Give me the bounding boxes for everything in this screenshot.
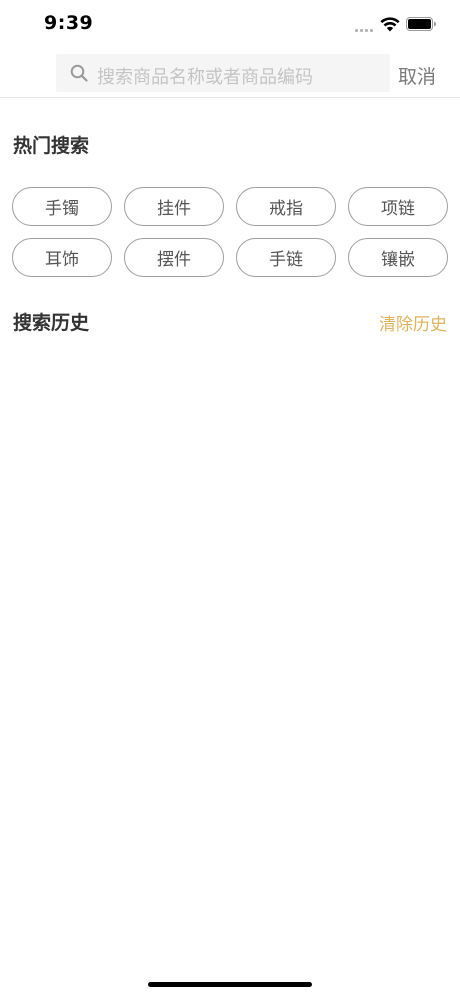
clear-history-button[interactable]: 清除历史 (379, 310, 447, 335)
cancel-button[interactable]: 取消 (398, 62, 436, 89)
hot-tag-inlay[interactable]: 镶嵌 (348, 238, 448, 277)
search-input[interactable]: 搜索商品名称或者商品编码 (56, 54, 390, 92)
hot-tag-pendant[interactable]: 挂件 (124, 187, 224, 226)
hot-tag-necklace[interactable]: 项链 (348, 187, 448, 226)
hot-tag-earrings[interactable]: 耳饰 (12, 238, 112, 277)
hot-tag-ornament[interactable]: 摆件 (124, 238, 224, 277)
signal-icon (355, 27, 377, 32)
hot-tag-chain-bracelet[interactable]: 手链 (236, 238, 336, 277)
status-bar: 9:39 (0, 0, 460, 50)
status-time: 9:39 (44, 12, 94, 34)
home-indicator (148, 982, 312, 987)
search-placeholder: 搜索商品名称或者商品编码 (97, 67, 313, 88)
hot-tag-bracelet[interactable]: 手镯 (12, 187, 112, 226)
search-icon (70, 64, 88, 82)
hot-tag-ring[interactable]: 戒指 (236, 187, 336, 226)
wifi-icon (380, 17, 400, 32)
hot-search-title: 热门搜索 (13, 135, 90, 157)
search-history-title: 搜索历史 (13, 312, 90, 334)
search-bar: 搜索商品名称或者商品编码 取消 (0, 50, 460, 98)
hot-search-tags: 手镯 挂件 戒指 项链 耳饰 摆件 手链 镶嵌 (12, 187, 448, 277)
battery-icon (406, 17, 436, 31)
